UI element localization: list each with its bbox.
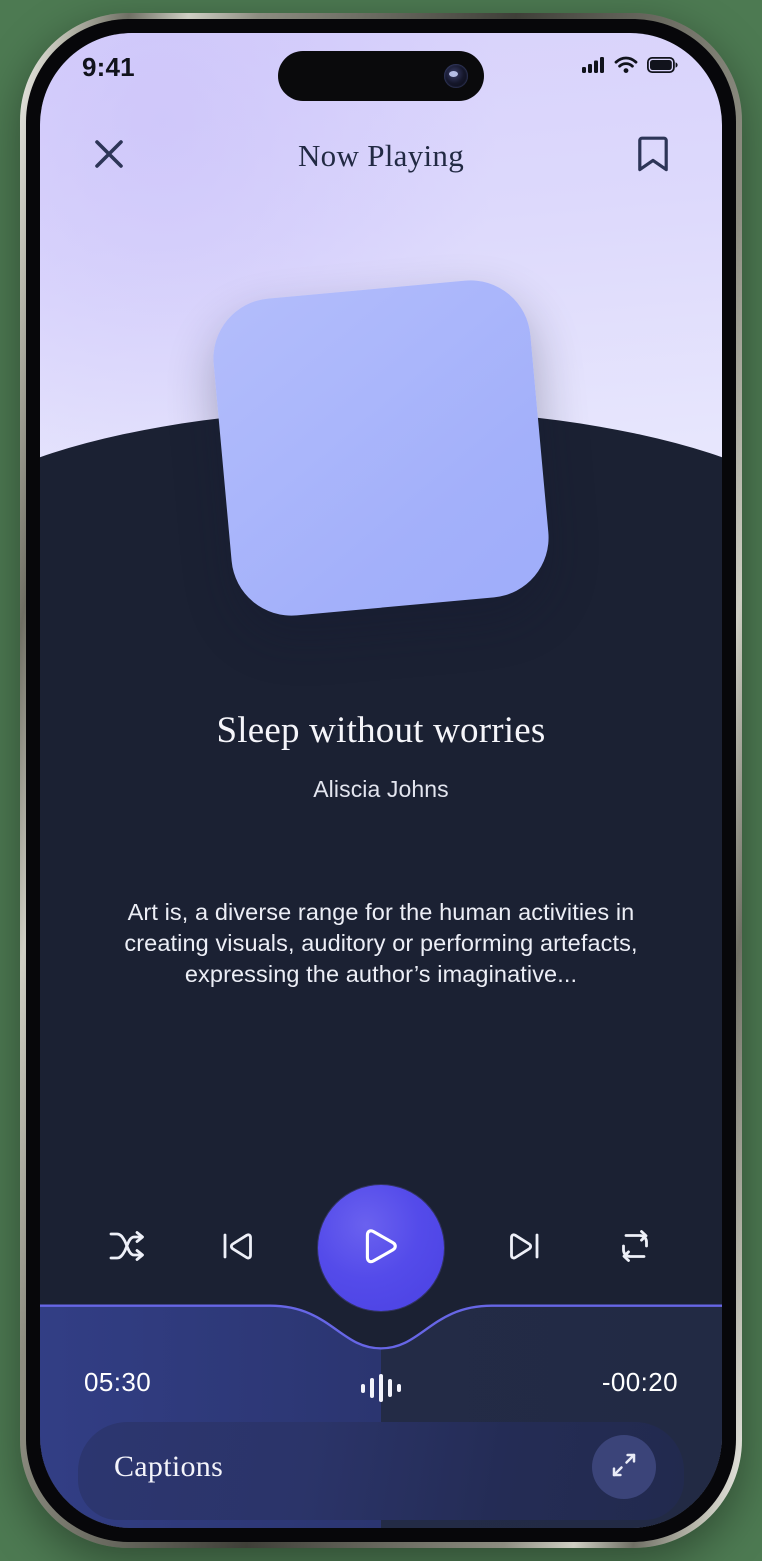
captions-bar[interactable]: Captions [78, 1422, 684, 1520]
shuffle-icon [106, 1225, 148, 1272]
expand-button[interactable] [592, 1435, 656, 1499]
captions-label: Captions [114, 1450, 224, 1483]
page-root: 9:41 Now Playing Sleep without worries A… [0, 0, 762, 1561]
status-bar-clock: 9:41 [82, 51, 135, 82]
bookmark-icon [636, 134, 670, 179]
close-button[interactable] [86, 133, 132, 179]
front-camera-icon [444, 64, 468, 88]
album-artwork[interactable] [208, 275, 554, 621]
bookmark-button[interactable] [630, 133, 676, 179]
track-description: Art is, a diverse range for the human ac… [124, 899, 638, 987]
phone-screen: 9:41 Now Playing Sleep without worries A… [40, 33, 722, 1528]
previous-track-button[interactable] [207, 1217, 269, 1279]
track-artist: Aliscia Johns [313, 776, 449, 802]
equalizer-icon[interactable] [361, 1371, 401, 1405]
shuffle-button[interactable] [96, 1217, 158, 1279]
expand-icon [608, 1449, 640, 1486]
repeat-icon [614, 1225, 656, 1272]
next-track-icon [503, 1225, 545, 1272]
page-title: Now Playing [297, 138, 465, 173]
wifi-icon [614, 56, 638, 79]
remaining-time: -00:20 [601, 1367, 678, 1397]
cellular-bars-icon [582, 56, 605, 78]
next-track-button[interactable] [493, 1217, 555, 1279]
dynamic-island [278, 51, 484, 101]
status-bar-icons [582, 56, 678, 79]
track-title: Sleep without worries [216, 710, 546, 751]
track-info: Sleep without worries Aliscia Johns [40, 709, 722, 803]
play-icon [353, 1218, 409, 1279]
repeat-button[interactable] [604, 1217, 666, 1279]
app-bar: Now Playing [40, 121, 722, 191]
previous-track-icon [217, 1225, 259, 1272]
play-button[interactable] [318, 1185, 444, 1311]
battery-full-icon [646, 56, 678, 78]
close-icon [91, 136, 127, 177]
elapsed-time: 05:30 [84, 1367, 152, 1397]
